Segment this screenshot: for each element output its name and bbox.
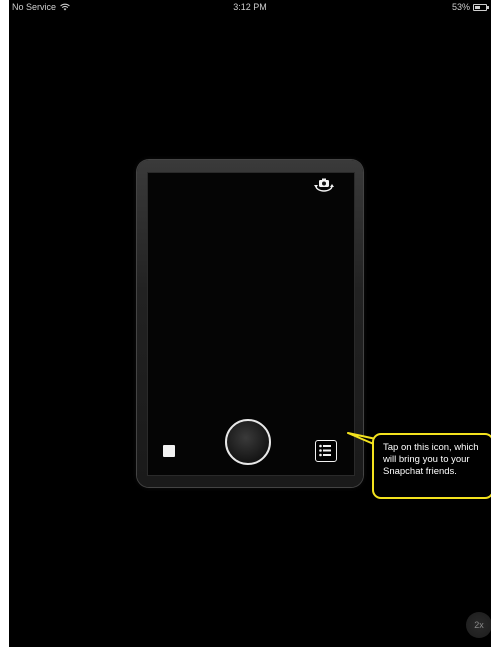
callout-text: Tap on this icon, which will bring you t… <box>383 442 479 477</box>
battery-icon <box>473 3 489 11</box>
status-time: 3:12 PM <box>233 2 267 12</box>
status-right: 53% <box>451 0 489 14</box>
flip-camera-icon[interactable] <box>313 177 335 193</box>
shutter-button[interactable] <box>225 419 271 465</box>
zoom-button[interactable]: 2x <box>466 612 491 638</box>
zoom-label: 2x <box>474 620 484 630</box>
list-icon <box>319 444 331 457</box>
device-frame <box>137 160 363 487</box>
stop-square-icon[interactable] <box>163 445 175 457</box>
status-bar: No Service 3:12 PM 53% <box>9 0 491 14</box>
battery-percentage: 53% <box>451 2 470 12</box>
instruction-callout: Tap on this icon, which will bring you t… <box>372 433 491 499</box>
friends-list-button[interactable] <box>315 440 337 462</box>
battery-fill <box>475 5 480 9</box>
ipad-screen: No Service 3:12 PM 53% Tap on this icon,… <box>9 0 491 647</box>
